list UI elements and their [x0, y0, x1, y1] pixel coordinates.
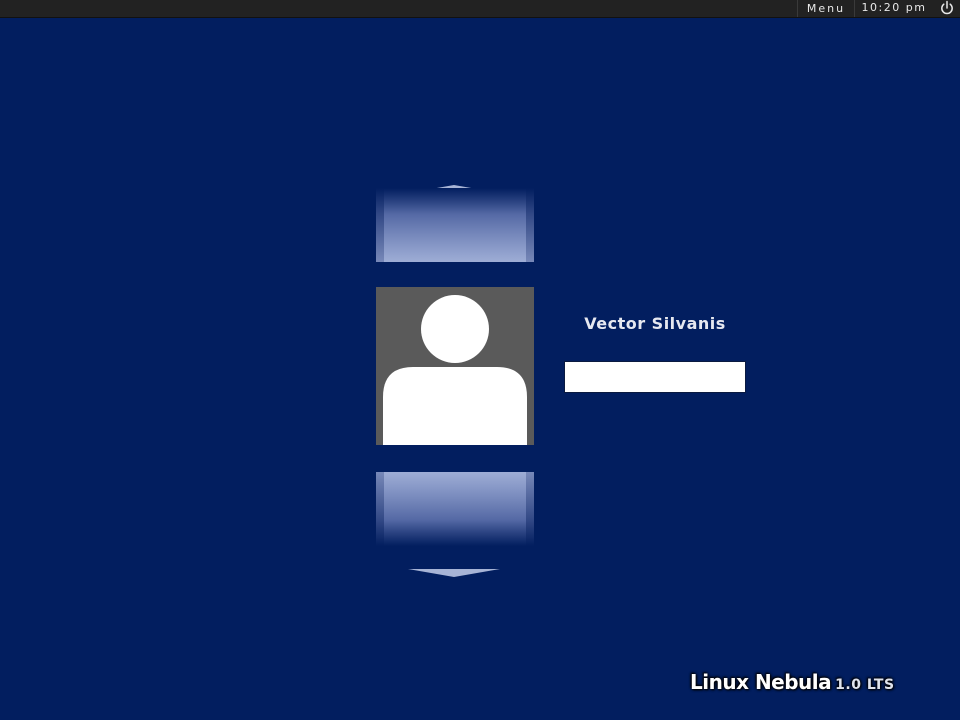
user-name: Vector Silvanis [584, 314, 726, 333]
power-icon [941, 0, 953, 15]
previous-user-card[interactable] [376, 188, 534, 262]
next-user-card-face [384, 472, 526, 546]
power-button[interactable] [937, 0, 957, 17]
next-user-button[interactable] [408, 562, 500, 581]
chevron-down-icon [408, 569, 500, 577]
distro-name: Linux Nebula [690, 670, 832, 694]
clock: 10:20 pm [861, 1, 927, 14]
distro-branding: Linux Nebula 1.0 LTS [690, 670, 895, 694]
previous-user-card-face [384, 188, 526, 262]
avatar[interactable] [376, 287, 534, 445]
next-user-card[interactable] [376, 472, 534, 546]
menu-button[interactable]: Menu [797, 0, 855, 17]
top-panel: Menu 10:20 pm [0, 0, 960, 18]
distro-version: 1.0 LTS [835, 677, 895, 693]
password-field[interactable] [564, 361, 746, 393]
user-silhouette-icon [383, 295, 527, 445]
